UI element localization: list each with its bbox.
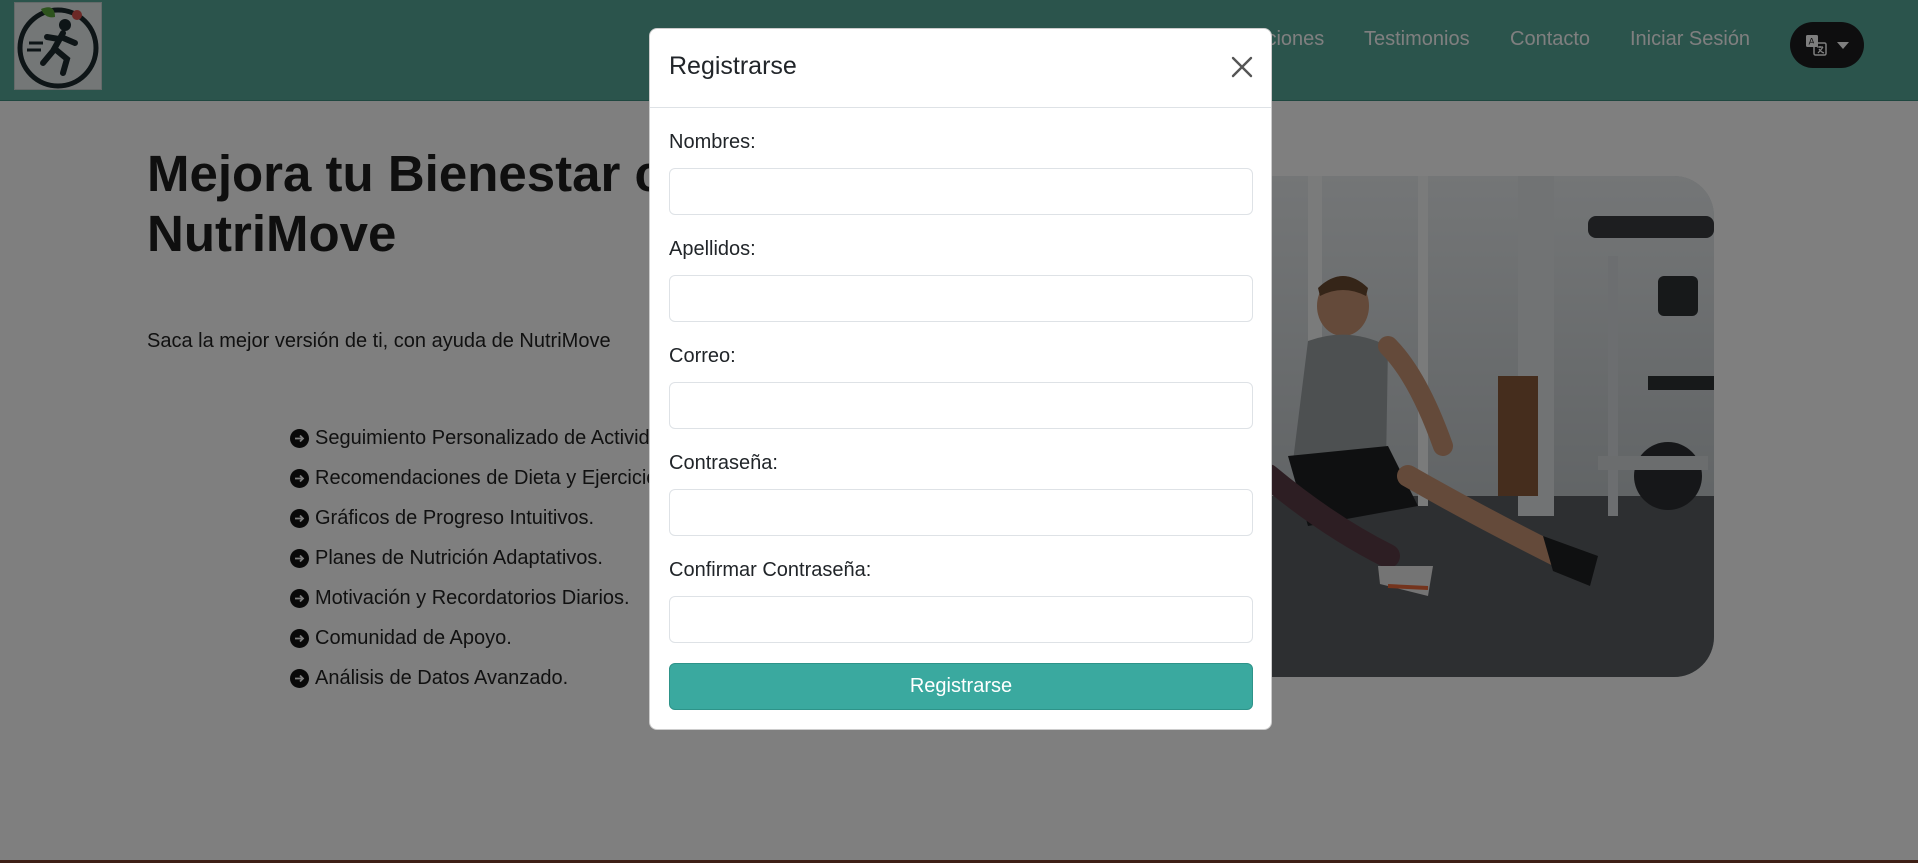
apellidos-label: Apellidos: bbox=[669, 238, 756, 260]
confirmar-contrasena-input[interactable] bbox=[669, 596, 1253, 643]
close-button[interactable] bbox=[1228, 53, 1256, 81]
register-modal: Registrarse Nombres: Apellidos: Correo: … bbox=[649, 28, 1272, 730]
confirmar-contrasena-label: Confirmar Contraseña: bbox=[669, 559, 872, 581]
correo-input[interactable] bbox=[669, 382, 1253, 429]
contrasena-input[interactable] bbox=[669, 489, 1253, 536]
modal-header: Registrarse bbox=[650, 29, 1271, 108]
registrarse-submit-button[interactable]: Registrarse bbox=[669, 663, 1253, 710]
close-icon bbox=[1231, 56, 1253, 78]
apellidos-input[interactable] bbox=[669, 275, 1253, 322]
nombres-label: Nombres: bbox=[669, 131, 756, 153]
contrasena-label: Contraseña: bbox=[669, 452, 778, 474]
nombres-input[interactable] bbox=[669, 168, 1253, 215]
correo-label: Correo: bbox=[669, 345, 736, 367]
modal-title: Registrarse bbox=[669, 52, 797, 80]
